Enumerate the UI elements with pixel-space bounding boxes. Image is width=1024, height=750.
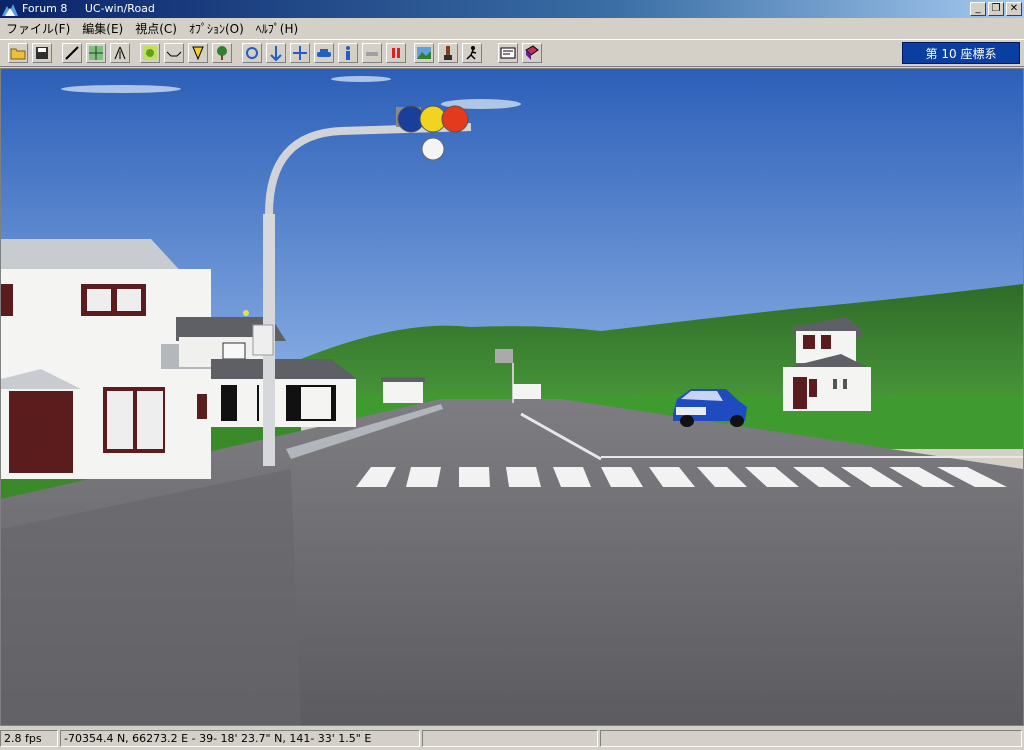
status-panel-empty-2 [600, 730, 1022, 747]
screen-icon[interactable] [498, 43, 518, 63]
pan-view-icon[interactable] [266, 43, 286, 63]
terrain-icon[interactable] [140, 43, 160, 63]
coordinates-readout: -70354.4 N, 66273.2 E - 39- 18' 23.7" N,… [60, 730, 420, 747]
fly-icon[interactable] [362, 43, 382, 63]
road-section-icon[interactable] [110, 43, 130, 63]
app-logo-icon [2, 4, 18, 16]
run-icon[interactable] [462, 43, 482, 63]
menu-view[interactable]: 視点(C) [129, 20, 183, 37]
restore-button[interactable]: ❐ [988, 2, 1004, 16]
distant-building [383, 381, 423, 403]
save-icon[interactable] [32, 43, 52, 63]
pause-icon[interactable] [386, 43, 406, 63]
menu-edit[interactable]: 編集(E) [76, 20, 129, 37]
window-title: Forum 8 UC-win/Road [22, 2, 155, 15]
menu-help[interactable]: ﾍﾙﾌﾟ(H) [250, 20, 304, 37]
drive-car-icon[interactable] [314, 43, 334, 63]
walk-person-icon[interactable] [338, 43, 358, 63]
status-panel-empty-1 [422, 730, 598, 747]
minimize-button[interactable]: _ [970, 2, 986, 16]
tree-icon[interactable] [212, 43, 232, 63]
open-folder-icon[interactable] [8, 43, 28, 63]
scene [1, 69, 1023, 725]
3d-viewport[interactable] [0, 68, 1024, 726]
network-icon[interactable] [86, 43, 106, 63]
rotate-view-icon[interactable] [242, 43, 262, 63]
road-edit-icon[interactable] [62, 43, 82, 63]
status-bar: 2.8 fps -70354.4 N, 66273.2 E - 39- 18' … [0, 728, 1024, 750]
book-icon[interactable] [522, 43, 542, 63]
fps-indicator: 2.8 fps [0, 730, 58, 747]
menu-bar: ファイル(F) 編集(E) 視点(C) ｵﾌﾟｼｮﾝ(O) ﾍﾙﾌﾟ(H) [0, 18, 1024, 38]
coordinate-system-indicator: 第 10 座標系 [902, 42, 1020, 64]
signal-icon[interactable] [188, 43, 208, 63]
toolbar: 第 10 座標系 [0, 39, 1024, 67]
title-bar: Forum 8 UC-win/Road _ ❐ ✕ [0, 0, 1024, 18]
menu-file[interactable]: ファイル(F) [0, 20, 76, 37]
cross-section-icon[interactable] [164, 43, 184, 63]
brush-icon[interactable] [438, 43, 458, 63]
menu-option[interactable]: ｵﾌﾟｼｮﾝ(O) [183, 20, 250, 37]
road-sign [495, 349, 513, 363]
move-view-icon[interactable] [290, 43, 310, 63]
landscape-icon[interactable] [414, 43, 434, 63]
close-button[interactable]: ✕ [1006, 2, 1022, 16]
